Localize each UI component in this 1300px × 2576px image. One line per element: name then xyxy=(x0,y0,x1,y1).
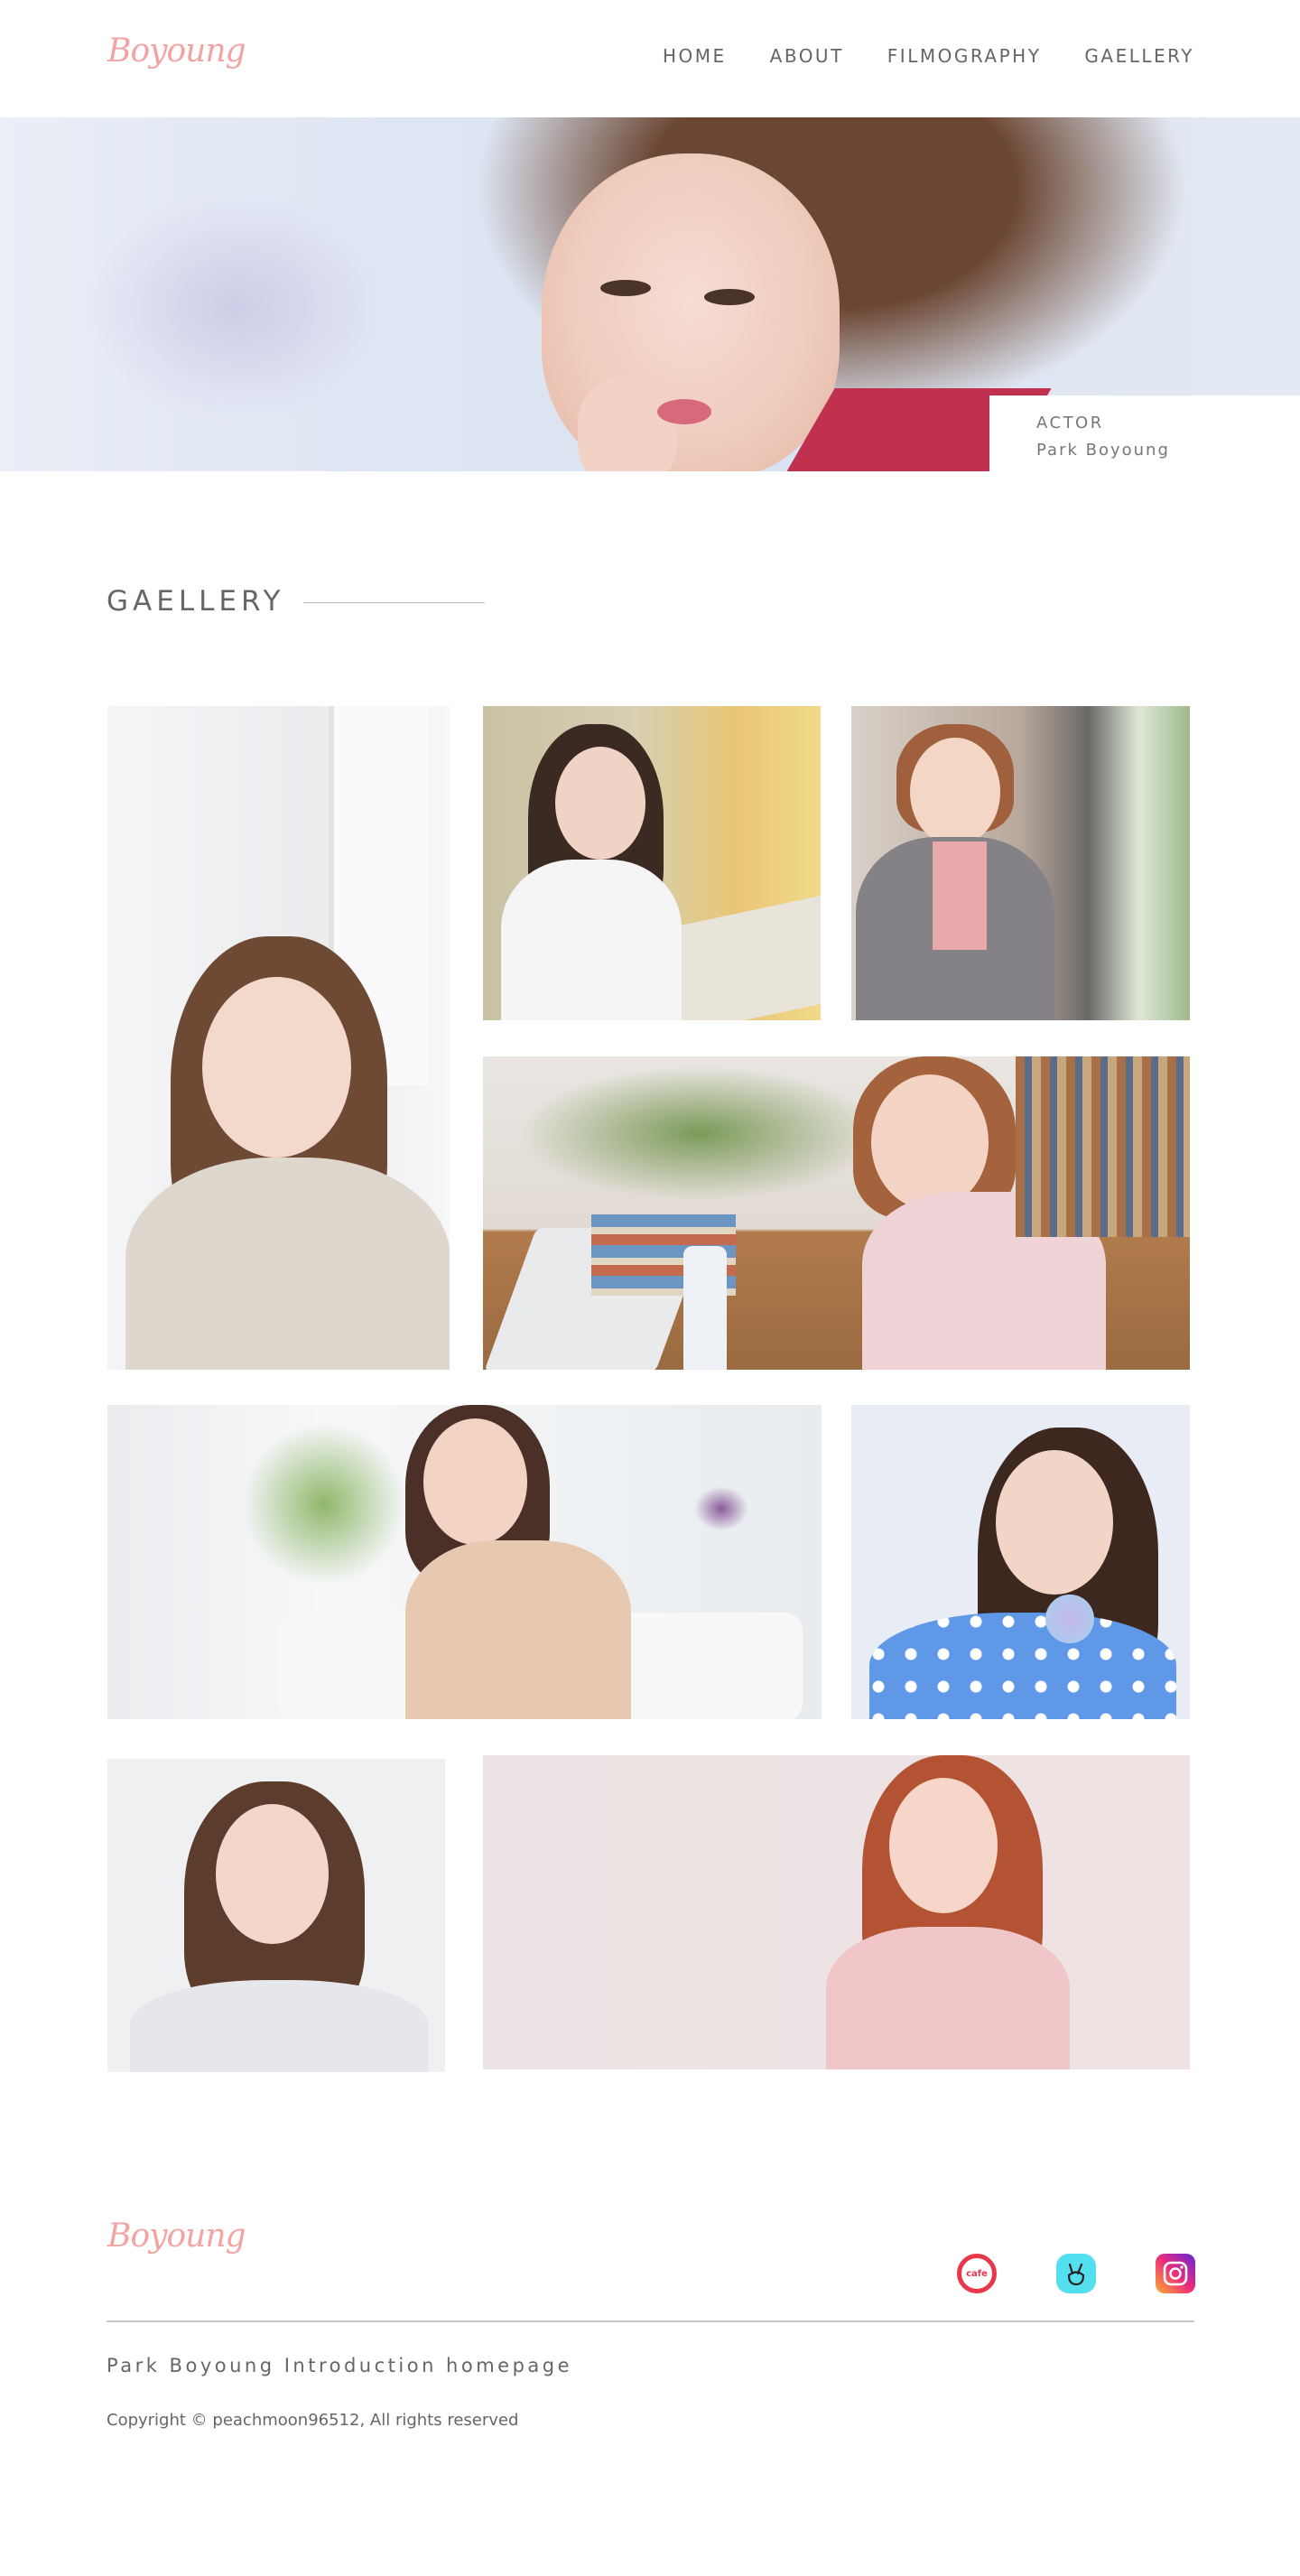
photo-face xyxy=(871,1074,989,1210)
photo-bubble xyxy=(1045,1595,1094,1643)
hero-lips xyxy=(657,399,711,424)
gallery-photo-6[interactable] xyxy=(851,1405,1190,1719)
photo-bottle xyxy=(683,1246,727,1370)
gallery-photo-3[interactable] xyxy=(851,706,1190,1020)
gallery-photo-5[interactable] xyxy=(107,1405,822,1719)
hero-name: Park Boyoung xyxy=(1036,441,1170,460)
footer-divider xyxy=(107,2320,1194,2322)
footer-intro: Park Boyoung Introduction homepage xyxy=(107,2355,573,2376)
photo-face xyxy=(889,1778,998,1913)
gallery-photo-2[interactable] xyxy=(483,706,821,1020)
instagram-icon[interactable] xyxy=(1156,2254,1195,2293)
logo[interactable]: Boyoung xyxy=(107,33,246,70)
hero-eye-left xyxy=(600,280,651,296)
photo-flowers xyxy=(694,1486,748,1531)
photo-face xyxy=(910,738,1000,846)
gallery-photo-1[interactable] xyxy=(107,706,450,1370)
photo-face xyxy=(423,1418,527,1545)
nav-about[interactable]: ABOUT xyxy=(770,45,844,67)
photo-face xyxy=(202,977,351,1158)
photo-shirt xyxy=(501,860,682,1020)
photo-face xyxy=(555,747,645,860)
hero-caption-card: ACTOR Park Boyoung xyxy=(989,395,1300,471)
cafe-icon-text: cafe xyxy=(966,2268,988,2279)
nav-filmography[interactable]: FILMOGRAPHY xyxy=(887,45,1042,67)
hero-hand xyxy=(578,379,677,471)
photo-face xyxy=(996,1450,1113,1595)
photo-plants xyxy=(519,1065,880,1201)
gallery-photo-8[interactable] xyxy=(483,1755,1190,2069)
photo-shirt xyxy=(130,1980,428,2072)
photo-face xyxy=(216,1804,329,1944)
gallery-photo-7[interactable] xyxy=(107,1759,445,2072)
cafe-icon[interactable]: cafe xyxy=(957,2254,997,2293)
footer-logo[interactable]: Boyoung xyxy=(107,2218,246,2255)
nav-gallery[interactable]: GAELLERY xyxy=(1084,45,1194,67)
photo-sweater xyxy=(125,1158,450,1370)
photo-sweater xyxy=(826,1927,1070,2069)
vlive-hand-icon xyxy=(1067,2263,1085,2286)
instagram-glyph xyxy=(1163,2261,1188,2286)
photo-sweater xyxy=(405,1540,631,1719)
photo-blouse xyxy=(869,1613,1176,1719)
photo-bookshelf xyxy=(1016,1056,1190,1237)
gallery-photo-4[interactable] xyxy=(483,1056,1190,1370)
photo-blouse xyxy=(933,842,987,950)
nav-home[interactable]: HOME xyxy=(663,45,727,67)
photo-plant xyxy=(243,1423,405,1586)
gallery-title-divider xyxy=(303,602,485,603)
site-header: Boyoung HOME ABOUT FILMOGRAPHY GAELLERY xyxy=(0,0,1300,117)
hero-label: ACTOR xyxy=(1036,414,1104,432)
hero-background-blur xyxy=(81,190,388,424)
vlive-icon[interactable] xyxy=(1056,2254,1096,2293)
gallery-title: GAELLERY xyxy=(107,585,285,618)
hero-eye-right xyxy=(704,289,755,305)
main-nav: HOME ABOUT FILMOGRAPHY GAELLERY xyxy=(663,45,1194,67)
footer-copyright: Copyright © peachmoon96512, All rights r… xyxy=(107,2411,519,2430)
